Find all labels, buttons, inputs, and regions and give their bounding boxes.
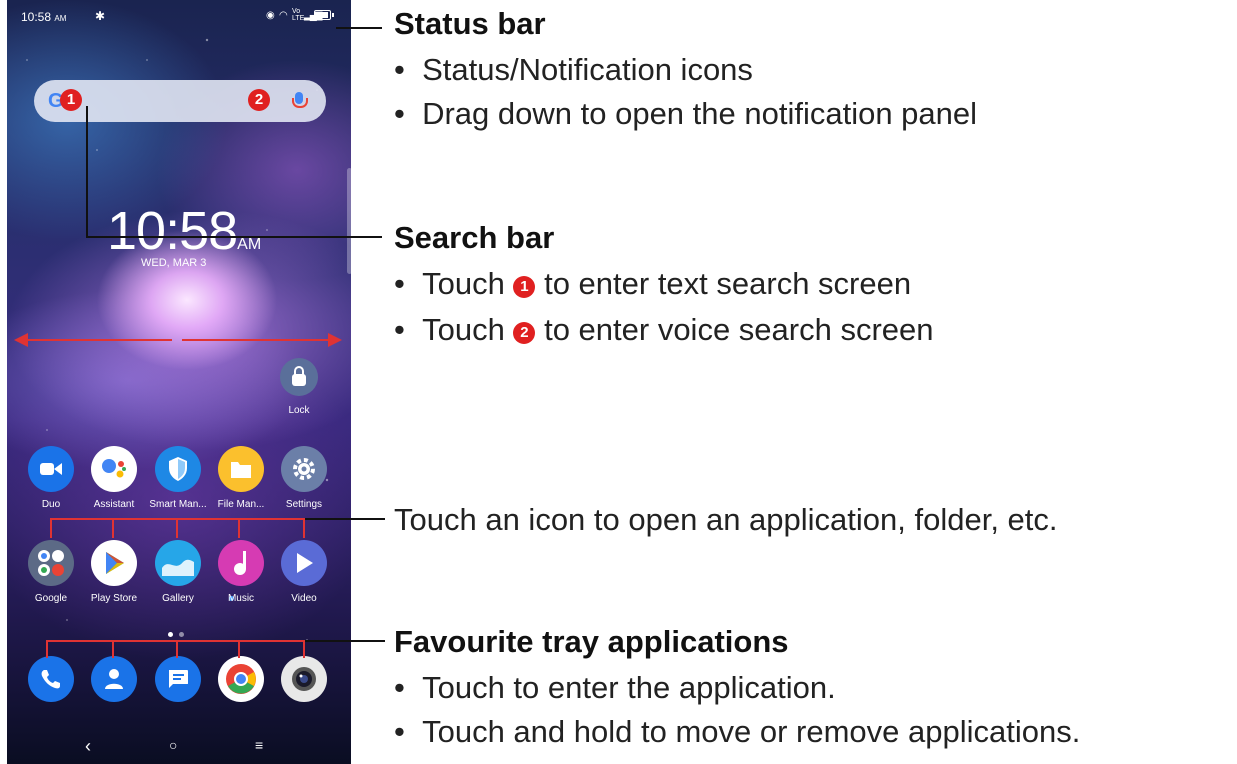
page-indicator-active [168,632,173,637]
assistant-label: Assistant [93,499,135,510]
play-store-icon [106,552,124,574]
back-icon[interactable]: ‹ [85,736,91,757]
chrome-icon [226,664,256,694]
search-bar-leader-horizontal [86,236,382,238]
phone-screen: 10:58 AM ✱ ◉ ◠ Vo LTE ▂▄▆ G 1 2 10:58AM W… [7,0,351,764]
google-folder[interactable] [28,540,74,586]
search-bar-bullet: • Touch 1 to enter text search screen [394,266,912,301]
icons-tick [176,518,178,538]
status-bar-bullet: • Drag down to open the notification pan… [394,96,978,131]
smart-manager-app[interactable] [155,446,201,492]
tray-tick [238,640,240,658]
shield-icon [169,457,187,481]
gallery-icon [162,559,194,576]
search-bar-leader-vertical [86,106,88,238]
file-manager-label: File Man... [217,499,265,510]
play-store-label: Play Store [90,593,138,604]
favourites-bullet: • Touch and hold to move or remove appli… [394,714,1081,749]
chrome-app[interactable] [218,656,264,702]
tray-tick [46,640,48,658]
scroll-handle[interactable] [347,168,351,274]
music-app[interactable] [218,540,264,586]
file-manager-app[interactable] [218,446,264,492]
lock-app[interactable] [280,358,318,396]
tray-tick [112,640,114,658]
search-bar-bullet: • Touch 2 to enter voice search screen [394,312,934,347]
status-bar-bullet: • Status/Notification icons [394,52,753,87]
icons-leader [305,518,385,520]
video-app[interactable] [281,540,327,586]
play-icon [297,553,313,573]
tray-tick [176,640,178,658]
google-apps-icon [38,550,64,576]
assistant-app[interactable] [91,446,137,492]
message-icon [169,670,188,688]
icons-note: Touch an icon to open an application, fo… [394,502,1058,537]
arrow-left-icon [14,333,28,347]
home-icon[interactable]: ○ [169,737,177,753]
favourites-title: Favourite tray applications [394,624,789,659]
battery-icon [314,10,334,20]
arrow-right-icon [328,333,342,347]
tray-tick [303,640,305,658]
tray-leader [305,640,385,642]
page-indicator [179,632,184,637]
date-label: WED, MAR 3 [141,257,207,269]
clock-widget[interactable]: 10:58AM [107,200,261,262]
music-label: Music [227,593,255,604]
phone-icon [41,670,60,689]
settings-gear-icon: ✱ [95,9,106,23]
mic-icon[interactable] [292,92,308,108]
status-time: 10:58 AM [21,10,67,24]
person-icon [105,669,123,689]
settings-label: Settings [285,499,323,510]
swipe-right-line [182,339,332,341]
music-note-icon [234,551,246,575]
badge-2: 2 [513,322,536,344]
gallery-app[interactable] [155,540,201,586]
camera-app[interactable] [281,656,327,702]
badge-1: 1 [60,89,82,111]
favourites-bullet: • Touch to enter the application. [394,670,836,705]
search-bar-title: Search bar [394,220,555,255]
status-bar-title: Status bar [394,6,546,41]
icons-tick [303,518,305,538]
icons-tick [112,518,114,538]
lte-icon: Vo LTE [292,8,305,22]
smart-manager-label: Smart Man... [149,499,207,510]
settings-app[interactable] [281,446,327,492]
duo-app[interactable] [28,446,74,492]
status-bar-leader [336,27,382,29]
duo-label: Duo [41,499,61,510]
vibrate-icon: ◉ [266,10,275,21]
phone-app[interactable] [28,656,74,702]
menu-icon[interactable]: ≡ [255,737,263,753]
contacts-app[interactable] [91,656,137,702]
icons-tick [238,518,240,538]
assistant-icon [102,459,126,478]
folder-icon [231,462,251,478]
messages-app[interactable] [155,656,201,702]
icons-tick [50,518,52,538]
badge-1: 1 [513,276,536,298]
video-label: Video [291,593,317,604]
camera-lens-icon [292,667,316,691]
lock-label: Lock [288,405,310,416]
gallery-label: Gallery [162,593,194,604]
status-icons: ◉ ◠ Vo LTE ▂▄▆ [266,7,334,23]
video-camera-icon [40,463,62,475]
gear-icon [293,458,315,480]
google-label: Google [34,593,68,604]
badge-2: 2 [248,89,270,111]
swipe-left-line [22,339,172,341]
wifi-icon: ◠ [279,10,288,21]
play-store-app[interactable] [91,540,137,586]
